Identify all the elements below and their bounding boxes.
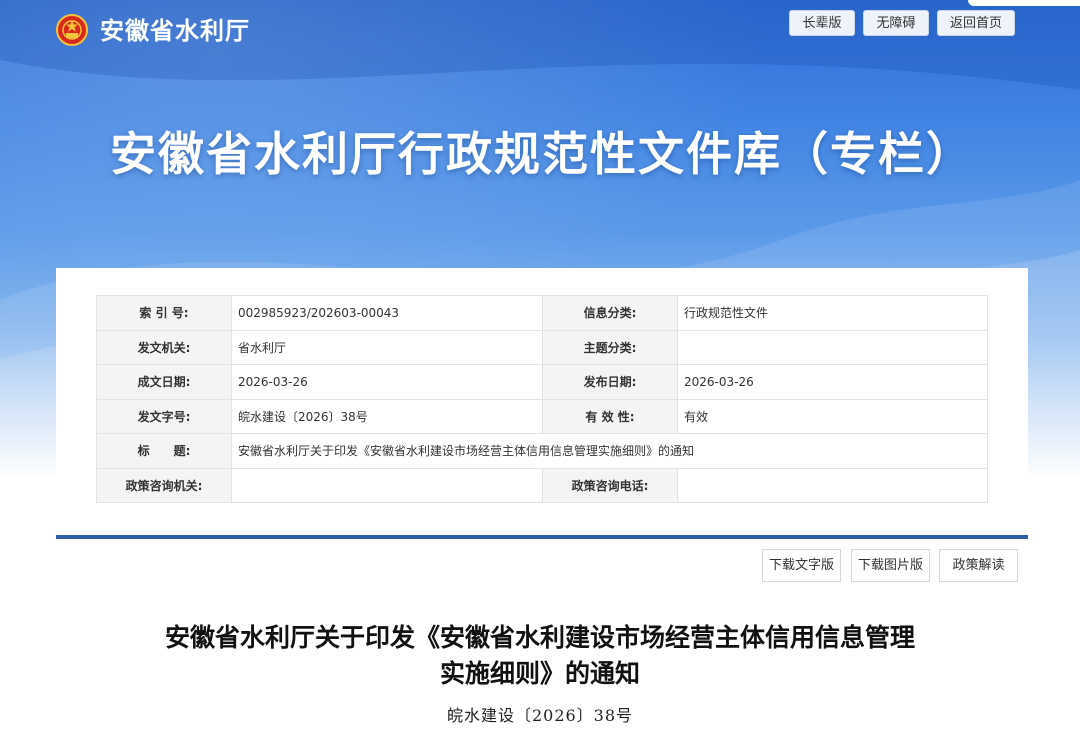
consult-phone-value (677, 467, 988, 503)
download-image-button[interactable]: 下载图片版 (851, 549, 930, 582)
top-bar: 安徽省水利厅 长辈版 无障碍 返回首页 (0, 0, 1080, 60)
document-number: 皖水建设〔2026〕38号 (446, 706, 634, 725)
publish-date-label: 发布日期: (542, 364, 678, 400)
topic-value (677, 329, 988, 365)
table-row: 索 引 号: 002985923/202603-00043 信息分类: 行政规范… (96, 295, 988, 331)
written-date-label: 成文日期: (96, 364, 232, 400)
doc-number-label: 发文字号: (96, 398, 232, 434)
validity-value: 有效 (677, 398, 988, 434)
top-tab-strip (968, 0, 1080, 6)
publish-date-value: 2026-03-26 (677, 364, 988, 400)
consult-agency-value (231, 467, 543, 503)
consult-agency-label: 政策咨询机关: (96, 467, 232, 503)
info-card: 索 引 号: 002985923/202603-00043 信息分类: 行政规范… (56, 268, 1028, 548)
info-table: 索 引 号: 002985923/202603-00043 信息分类: 行政规范… (96, 295, 988, 503)
issuer-label: 发文机关: (96, 329, 232, 365)
accessibility-button[interactable]: 无障碍 (863, 10, 929, 36)
document-title-line1: 安徽省水利厅关于印发《安徽省水利建设市场经营主体信用信息管理 (164, 623, 915, 652)
download-text-button[interactable]: 下载文字版 (762, 549, 841, 582)
title-value: 安徽省水利厅关于印发《安徽省水利建设市场经营主体信用信息管理实施细则》的通知 (231, 433, 988, 469)
document-title-line2: 实施细则》的通知 (439, 659, 640, 688)
consult-phone-label: 政策咨询电话: (542, 467, 678, 503)
table-row: 政策咨询机关: 政策咨询电话: (96, 467, 988, 503)
site-name[interactable]: 安徽省水利厅 (100, 14, 250, 48)
doc-number-value: 皖水建设〔2026〕38号 (231, 398, 543, 434)
document-title: 安徽省水利厅关于印发《安徽省水利建设市场经营主体信用信息管理 实施细则》的通知 (140, 620, 940, 692)
written-date-value: 2026-03-26 (231, 364, 543, 400)
title-label: 标 题: (96, 433, 232, 469)
topic-label: 主题分类: (542, 329, 678, 365)
validity-label: 有 效 性: (542, 398, 678, 434)
index-label: 索 引 号: (96, 295, 232, 331)
category-value: 行政规范性文件 (677, 295, 988, 331)
table-row: 发文字号: 皖水建设〔2026〕38号 有 效 性: 有效 (96, 398, 988, 434)
category-label: 信息分类: (542, 295, 678, 331)
elder-mode-button[interactable]: 长辈版 (789, 10, 855, 36)
table-row: 发文机关: 省水利厅 主题分类: (96, 329, 988, 365)
table-row: 标 题: 安徽省水利厅关于印发《安徽省水利建设市场经营主体信用信息管理实施细则》… (96, 433, 988, 469)
index-value: 002985923/202603-00043 (231, 295, 543, 331)
home-button[interactable]: 返回首页 (937, 10, 1015, 36)
issuer-value: 省水利厅 (231, 329, 543, 365)
table-row: 成文日期: 2026-03-26 发布日期: 2026-03-26 (96, 364, 988, 400)
section-divider (56, 535, 1028, 539)
national-emblem-icon (56, 14, 88, 46)
banner-title: 安徽省水利厅行政规范性文件库（专栏） (110, 127, 974, 181)
policy-interpretation-button[interactable]: 政策解读 (939, 549, 1018, 582)
